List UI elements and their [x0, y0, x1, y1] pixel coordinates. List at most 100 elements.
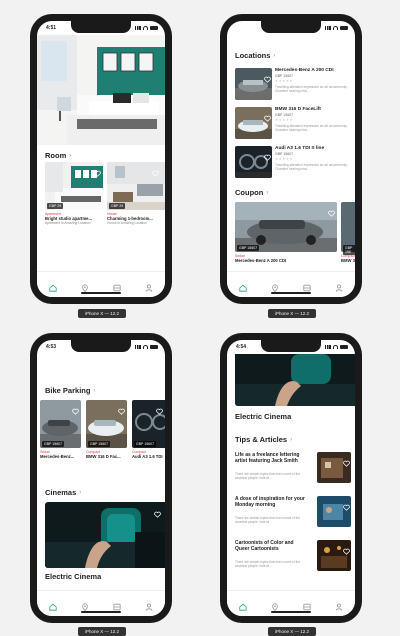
home-indicator	[81, 611, 121, 613]
location-list-item[interactable]: BMW 316 D FaceLift GBP 15607 ★★★★★ Trave…	[235, 107, 351, 139]
screen: Locations › Mercedes-Benz A 200 CDI GBP 1…	[227, 21, 355, 297]
battery-icon	[150, 26, 158, 30]
home-indicator	[271, 611, 311, 613]
heart-icon[interactable]	[118, 402, 125, 415]
heart-icon[interactable]	[264, 148, 271, 161]
profile-icon[interactable]	[145, 598, 153, 611]
notch	[261, 340, 321, 352]
heart-icon[interactable]	[154, 505, 161, 518]
profile-icon[interactable]	[145, 279, 153, 292]
section-title-locations[interactable]: Locations ›	[235, 51, 275, 60]
device-caption: iPhone X — 12.2	[268, 627, 316, 636]
location-pin-icon[interactable]	[81, 598, 89, 612]
heart-icon[interactable]	[343, 454, 350, 467]
profile-icon[interactable]	[335, 598, 343, 611]
signal-icon	[325, 345, 331, 349]
chevron-right-icon: ›	[266, 189, 269, 196]
list-icon[interactable]	[113, 279, 121, 292]
coupon-title: BMW 31	[341, 258, 355, 263]
heart-icon[interactable]	[152, 164, 159, 177]
list-icon[interactable]	[113, 598, 121, 611]
hero-room-image[interactable]	[37, 35, 165, 145]
wifi-icon	[143, 26, 148, 30]
home-icon[interactable]	[49, 279, 57, 292]
location-description: Travelling alteration impression six all…	[275, 123, 348, 132]
article-excerpt: There are certain topics that even some …	[235, 516, 301, 525]
status-time: 4:54	[236, 344, 247, 350]
price-badge: GBP 15607	[134, 441, 157, 447]
section-title-room[interactable]: Room ›	[45, 151, 71, 160]
location-title: Mercedes-Benz A 200 CDI	[275, 68, 334, 73]
location-price: GBP 15607	[275, 113, 294, 117]
heart-icon[interactable]	[156, 402, 163, 415]
coupon-card[interactable]: GBP 156	[341, 202, 355, 255]
location-pin-icon[interactable]	[81, 279, 89, 293]
cinema-card-image[interactable]	[235, 354, 355, 406]
list-icon[interactable]	[303, 598, 311, 611]
section-title-text: Locations	[235, 51, 271, 60]
section-title-coupon[interactable]: Coupon ›	[235, 188, 268, 197]
bike-card[interactable]: GBP 15607	[86, 400, 127, 448]
location-title: BMW 316 D FaceLift	[275, 107, 321, 112]
location-price: GBP 15607	[275, 74, 294, 78]
signal-icon	[135, 345, 141, 349]
section-title-text: Room	[45, 151, 67, 160]
location-price: GBP 15607	[275, 152, 294, 156]
screen: 4:51 Room › GBP 29 Apartment Bright stud…	[37, 21, 165, 297]
rating-stars: ★★★★★	[275, 157, 294, 161]
location-description: Travelling alteration impression six all…	[275, 162, 348, 171]
location-list-item[interactable]: Audi A3 1.6 TDI S line GBP 15607 ★★★★★ T…	[235, 146, 351, 178]
bike-card-title: Mercedes-Benz...	[40, 454, 75, 459]
heart-icon[interactable]	[328, 204, 335, 217]
home-indicator	[271, 292, 311, 294]
device-locations: Locations › Mercedes-Benz A 200 CDI GBP 1…	[220, 14, 362, 304]
article-list-item[interactable]: Cartoonists of Color and Queer Cartoonis…	[235, 540, 351, 574]
device-caption: iPhone X — 12.2	[78, 309, 126, 318]
screen: 4:53 Bike Parking › GBP 15607 Sedan Merce…	[37, 340, 165, 616]
coupon-title: Mercedes-Benz A 200 CDI	[235, 258, 287, 263]
battery-icon	[340, 26, 348, 30]
wifi-icon	[333, 345, 338, 349]
section-title-bike-parking[interactable]: Bike Parking ›	[45, 386, 95, 395]
signal-icon	[135, 26, 141, 30]
home-icon[interactable]	[49, 598, 57, 611]
section-title-text: Cinemas	[45, 488, 77, 497]
price-badge: GBP 15607	[42, 441, 65, 447]
location-pin-icon[interactable]	[271, 279, 279, 293]
article-list-item[interactable]: Life as a freelance lettering artist fea…	[235, 452, 351, 486]
device-room: 4:51 Room › GBP 29 Apartment Bright stud…	[30, 14, 172, 304]
section-title-tips[interactable]: Tips & Articles ›	[235, 435, 292, 444]
heart-icon[interactable]	[343, 498, 350, 511]
bike-card[interactable]: GBP 15607	[40, 400, 81, 448]
screen: 4:54 Electric Cinema Tips & Articles › Li…	[227, 340, 355, 616]
section-title-text: Tips & Articles	[235, 435, 288, 444]
section-title-cinemas[interactable]: Cinemas ›	[45, 488, 81, 497]
tab-bar	[227, 271, 355, 297]
heart-icon[interactable]	[264, 109, 271, 122]
heart-icon[interactable]	[264, 70, 271, 83]
bike-card-title: BMW 316 D Fac...	[86, 454, 121, 459]
chevron-right-icon: ›	[69, 152, 72, 159]
notch	[71, 340, 131, 352]
cinema-card[interactable]	[45, 502, 165, 568]
battery-icon	[340, 345, 348, 349]
profile-icon[interactable]	[335, 279, 343, 292]
bike-card[interactable]: GBP 15607	[132, 400, 165, 448]
home-icon[interactable]	[239, 279, 247, 292]
bike-card-title: Audi A3 1.6 TDI	[132, 454, 163, 459]
article-title: Life as a freelance lettering artist fea…	[235, 452, 300, 465]
chevron-right-icon: ›	[290, 436, 293, 443]
list-icon[interactable]	[303, 279, 311, 292]
location-pin-icon[interactable]	[271, 598, 279, 612]
room-card-subtitle: House in Amazing Location	[107, 221, 147, 225]
battery-icon	[150, 345, 158, 349]
heart-icon[interactable]	[343, 542, 350, 555]
heart-icon[interactable]	[94, 164, 101, 177]
home-icon[interactable]	[239, 598, 247, 611]
signal-icon	[325, 26, 331, 30]
coupon-card[interactable]: GBP 15607	[235, 202, 337, 252]
heart-icon[interactable]	[72, 402, 79, 415]
article-list-item[interactable]: A dose of inspiration for your Monday mo…	[235, 496, 351, 530]
location-list-item[interactable]: Mercedes-Benz A 200 CDI GBP 15607 ★★★★★ …	[235, 68, 351, 100]
cinema-card-image	[45, 502, 165, 568]
